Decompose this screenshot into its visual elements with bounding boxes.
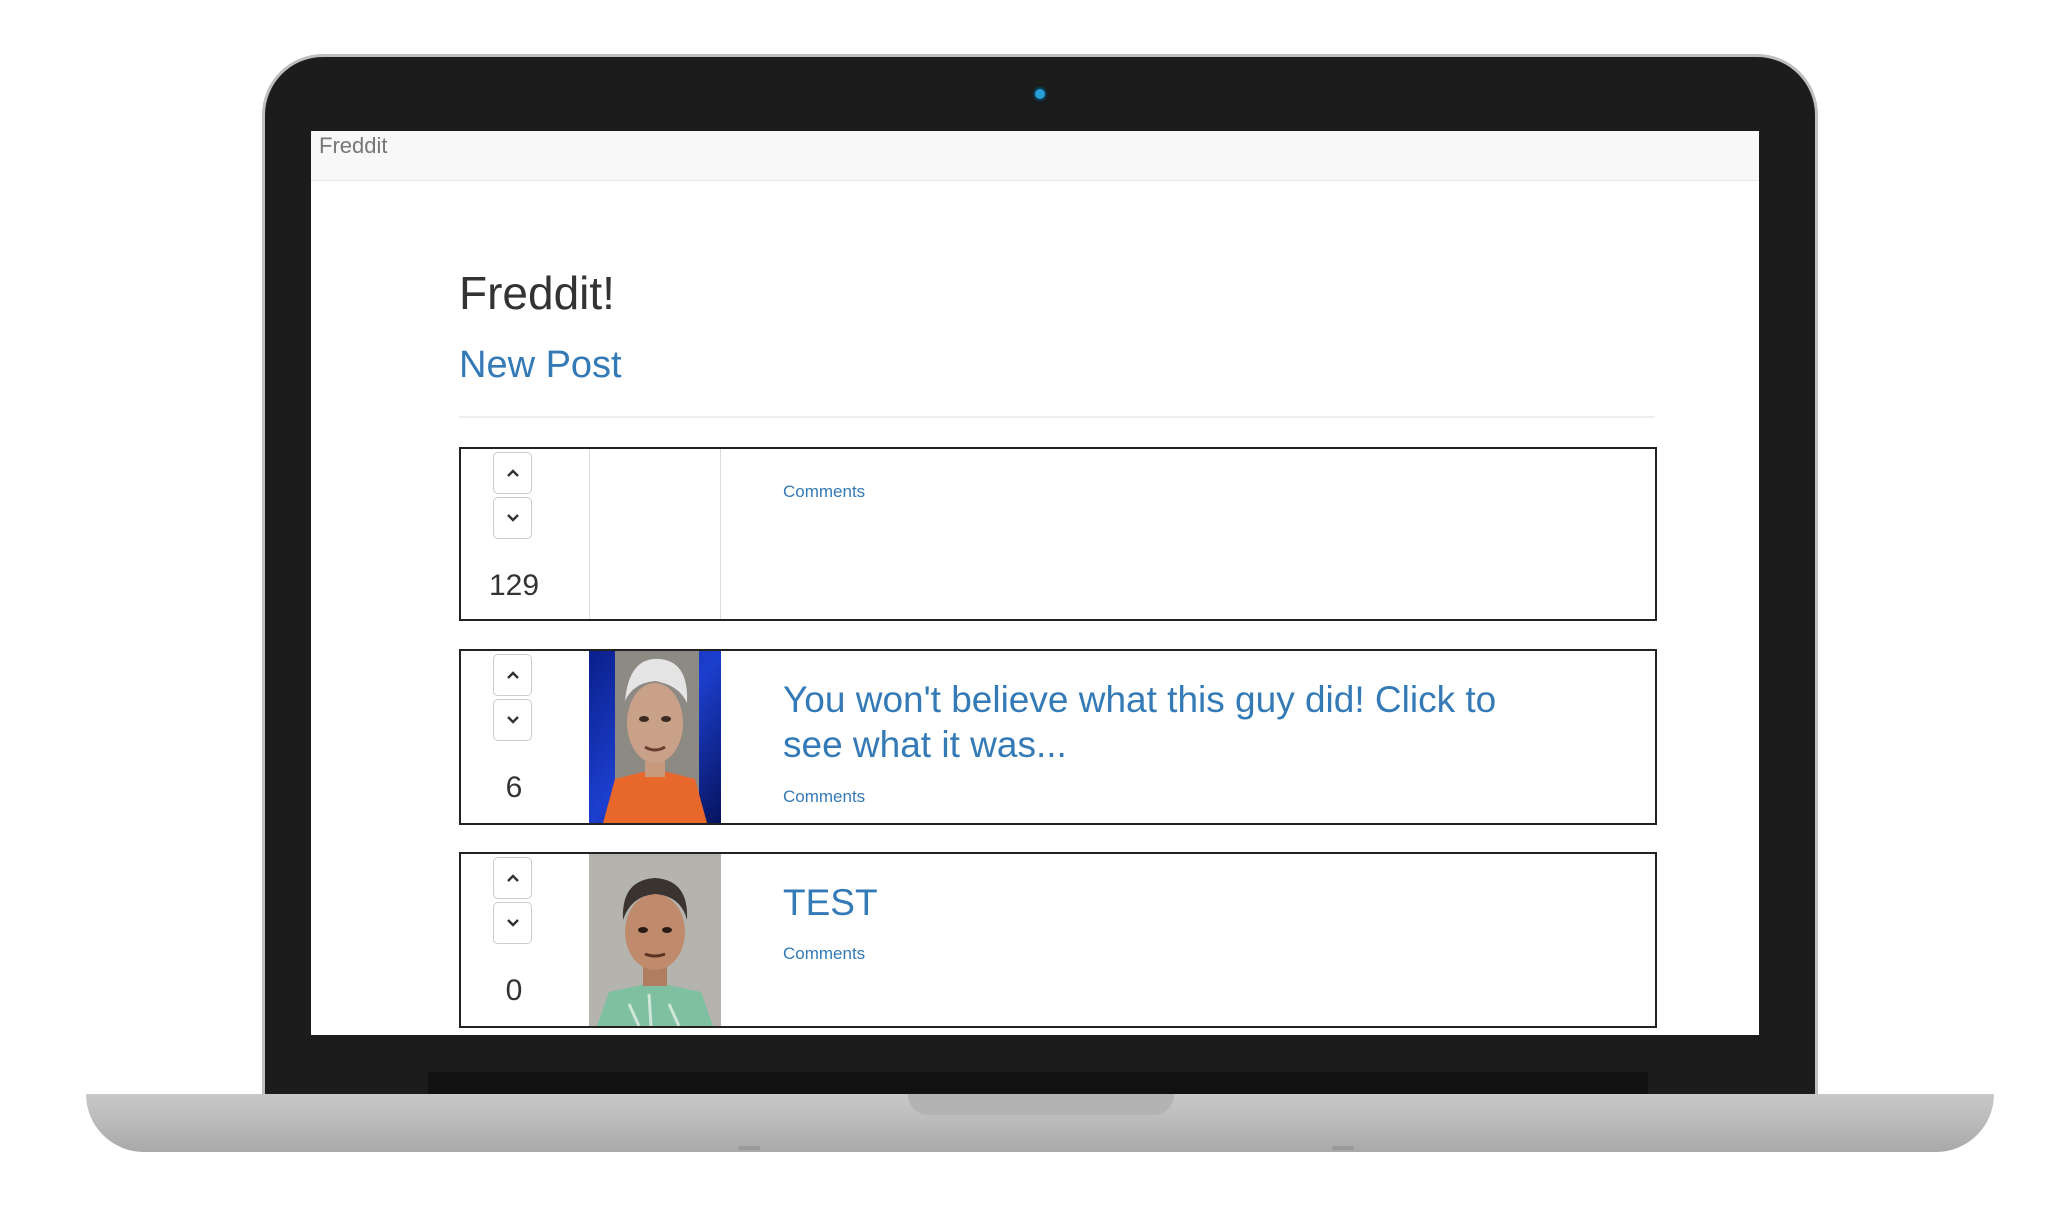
vote-score: 0 xyxy=(505,974,523,1007)
chevron-down-icon xyxy=(506,919,519,927)
vote-column: 6 xyxy=(461,651,589,823)
navbar-brand[interactable]: Freddit xyxy=(319,133,387,159)
post-title[interactable]: TEST xyxy=(783,880,1543,925)
post-thumbnail[interactable] xyxy=(589,449,721,619)
post-item: 129 Comments xyxy=(459,447,1657,621)
upvote-button[interactable] xyxy=(493,654,532,696)
divider xyxy=(459,416,1655,418)
page-title: Freddit! xyxy=(459,267,615,319)
upvote-button[interactable] xyxy=(493,857,532,899)
post-item: 0 TEST Comments xyxy=(459,852,1657,1028)
chevron-down-icon xyxy=(506,514,519,522)
comments-link[interactable]: Comments xyxy=(783,787,865,807)
vote-score: 129 xyxy=(488,569,540,602)
camera-icon xyxy=(1035,89,1045,99)
chevron-down-icon xyxy=(506,716,519,724)
new-post-link[interactable]: New Post xyxy=(459,344,622,387)
comments-link[interactable]: Comments xyxy=(783,482,865,502)
downvote-button[interactable] xyxy=(493,699,532,741)
laptop-hinge xyxy=(428,1072,1648,1096)
chevron-up-icon xyxy=(506,469,519,477)
post-title[interactable]: You won't believe what this guy did! Cli… xyxy=(783,677,1543,767)
navbar: Freddit xyxy=(311,131,1759,181)
chevron-up-icon xyxy=(506,874,519,882)
post-thumbnail[interactable] xyxy=(589,651,721,823)
comments-link[interactable]: Comments xyxy=(783,944,865,964)
vote-column: 129 xyxy=(461,449,589,619)
chevron-up-icon xyxy=(506,671,519,679)
laptop-notch xyxy=(908,1094,1174,1115)
vote-score: 6 xyxy=(505,771,523,804)
photo-man-orange-jumpsuit-icon xyxy=(589,651,721,823)
browser-screen: Freddit Freddit! New Post 129 Comments 6… xyxy=(311,131,1759,1035)
downvote-button[interactable] xyxy=(493,902,532,944)
post-thumbnail[interactable] xyxy=(589,854,721,1027)
laptop-foot xyxy=(738,1146,760,1150)
photo-man-mugshot-icon xyxy=(589,854,721,1027)
laptop-foot xyxy=(1332,1146,1354,1150)
vote-column: 0 xyxy=(461,854,589,1026)
upvote-button[interactable] xyxy=(493,452,532,494)
post-item: 6 You won't believe what this guy did! C… xyxy=(459,649,1657,825)
downvote-button[interactable] xyxy=(493,497,532,539)
